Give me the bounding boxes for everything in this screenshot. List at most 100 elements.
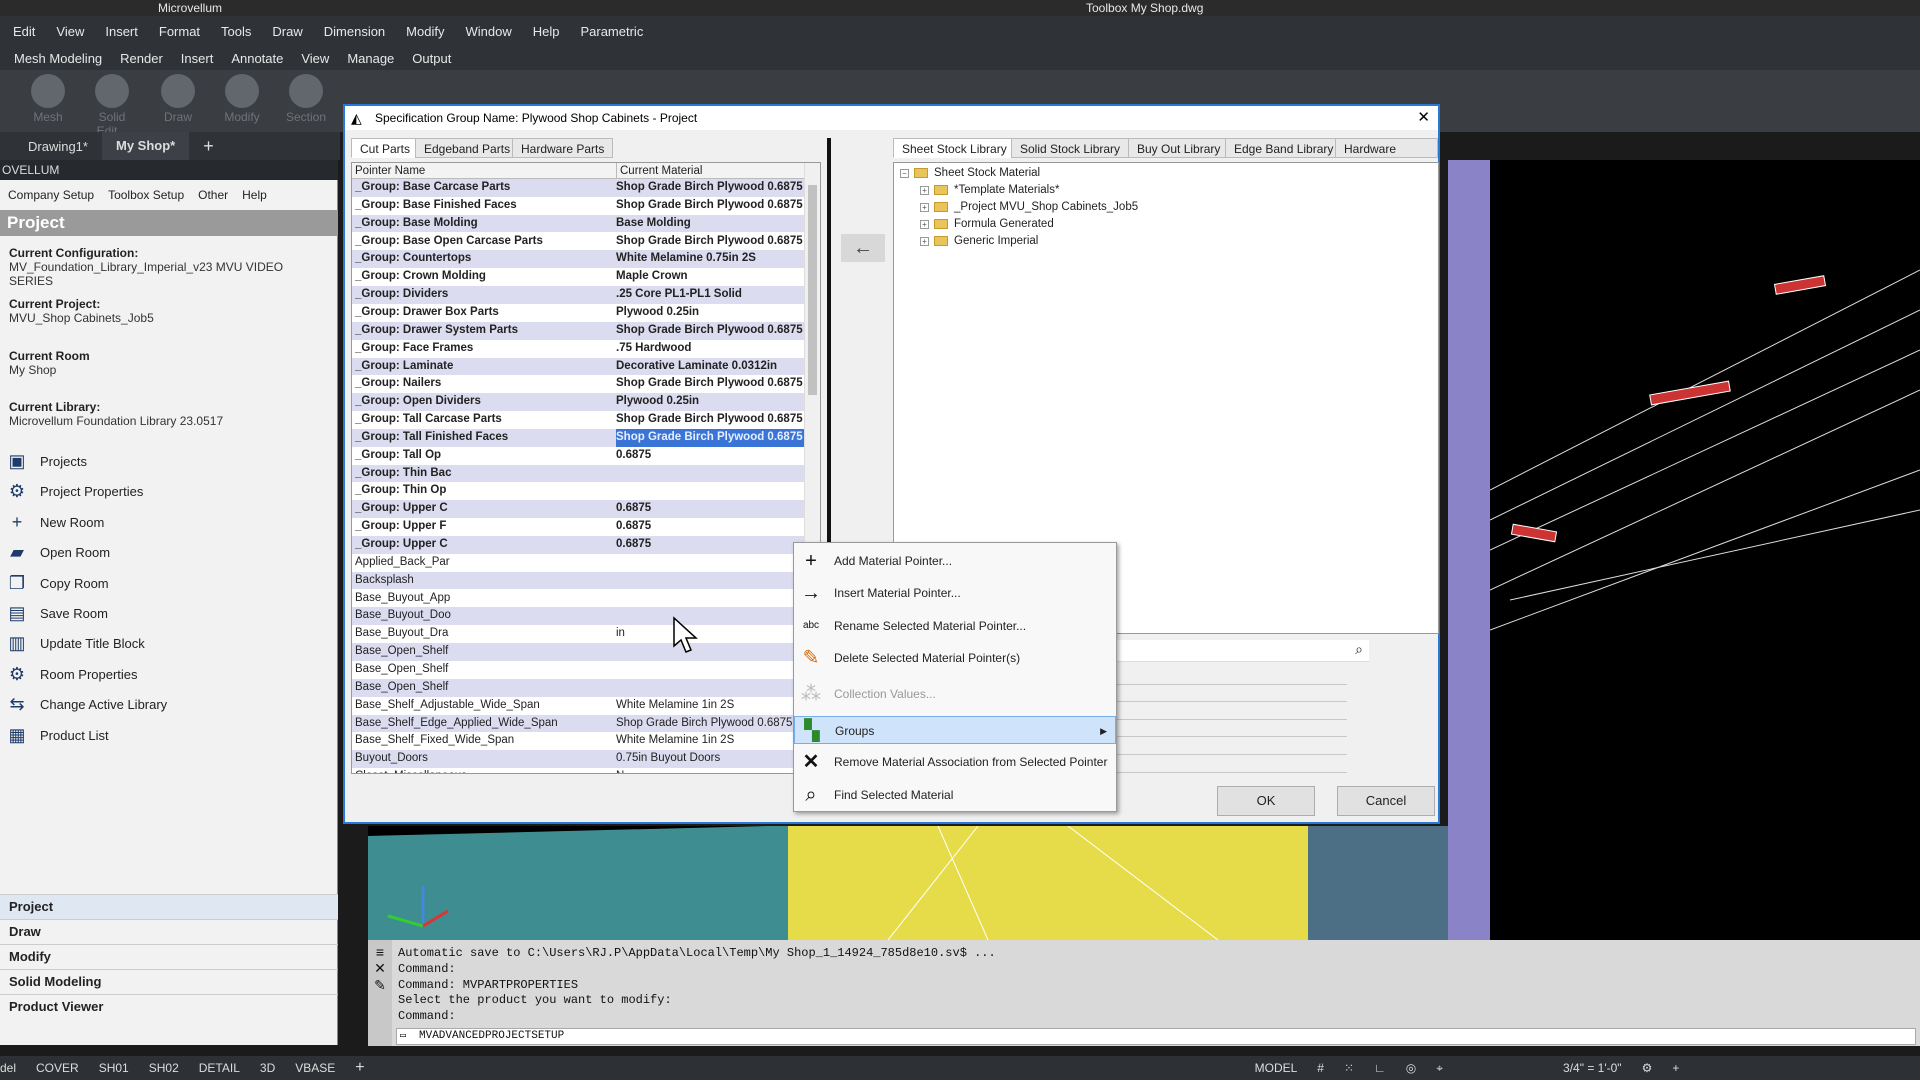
table-row[interactable]: _Group: Laminate Decorative Laminate 0.03… — [352, 357, 804, 376]
ribbon-tab-output[interactable]: Output — [412, 51, 451, 66]
doc-tab-drawing1[interactable]: Drawing1* — [14, 139, 102, 154]
polar-icon[interactable]: ◎ — [1406, 1061, 1416, 1075]
menu-modify[interactable]: Modify — [406, 24, 444, 39]
cmd-room-properties[interactable]: ⚙ Room Properties — [6, 662, 138, 686]
settings-gear-icon[interactable]: ⚙ — [1642, 1061, 1653, 1075]
ortho-icon[interactable]: ∟ — [1374, 1061, 1386, 1075]
ok-button[interactable]: OK — [1217, 786, 1315, 816]
wrench-icon[interactable]: ✎ — [368, 977, 392, 994]
menu-help-panel[interactable]: Help — [242, 188, 267, 202]
new-tab-button[interactable]: + — [189, 136, 228, 157]
table-row[interactable]: _Group: Tall Carcase Parts Shop Grade Bir… — [352, 411, 804, 429]
ribbon-section-button[interactable]: Section — [278, 70, 334, 132]
layout-tab-3d[interactable]: 3D — [260, 1061, 275, 1075]
table-row[interactable]: Base_Buyout_App — [352, 590, 804, 608]
table-row[interactable]: _Group: Upper C 0.6875 — [352, 500, 804, 519]
ribbon-tab-manage[interactable]: Manage — [347, 51, 394, 66]
tab-edge-band-library[interactable]: Edge Band Library — [1225, 138, 1343, 158]
table-row[interactable]: _Group: Drawer System Parts Shop Grade Bi… — [352, 321, 804, 340]
layout-tab-detail[interactable]: DETAIL — [199, 1061, 240, 1075]
table-row[interactable]: _Group: Face Frames .75 Hardwood — [352, 340, 804, 358]
menu-help[interactable]: Help — [533, 24, 560, 39]
menu-item-delete-pointer[interactable]: ✎ Delete Selected Material Pointer(s) — [794, 644, 1116, 672]
table-row[interactable]: _Group: Upper C 0.6875 — [352, 536, 804, 554]
tree-node[interactable]: + Generic Imperial — [920, 233, 1038, 249]
ribbon-draw-button[interactable]: Draw — [150, 70, 206, 132]
command-input[interactable]: ▭ MVADVANCEDPROJECTSETUP — [396, 1028, 1916, 1045]
layout-tab-sh01[interactable]: SH01 — [99, 1061, 129, 1075]
menu-item-add-material-pointer[interactable]: + Add Material Pointer... — [794, 547, 1116, 575]
menu-view[interactable]: View — [56, 24, 84, 39]
table-row[interactable]: Base_Open_Shelf — [352, 643, 804, 661]
close-icon[interactable]: ✕ — [368, 960, 392, 977]
menu-parametric[interactable]: Parametric — [580, 24, 643, 39]
cmd-project-properties[interactable]: ⚙ Project Properties — [6, 479, 143, 503]
quick-access-label[interactable]: Microvellum — [158, 1, 222, 15]
menu-draw[interactable]: Draw — [272, 24, 302, 39]
table-row[interactable]: _Group: Crown Molding Maple Crown — [352, 268, 804, 286]
snap-icon[interactable]: ⁙ — [1344, 1061, 1354, 1075]
tree-root[interactable]: − Sheet Stock Material — [900, 165, 1040, 181]
table-row[interactable]: Base_Open_Shelf — [352, 678, 804, 697]
column-header-current-material[interactable]: Current Material — [616, 163, 702, 179]
table-row[interactable]: Base_Open_Shelf — [352, 661, 804, 679]
table-row[interactable]: _Group: Dividers .25 Core PL1-PL1 Solid — [352, 286, 804, 304]
table-row[interactable]: _Group: Open Dividers Plywood 0.25in — [352, 393, 804, 411]
cmd-new-room[interactable]: + New Room — [6, 510, 105, 534]
menu-item-insert-material-pointer[interactable]: → Insert Material Pointer... — [794, 579, 1116, 607]
add-layout-button[interactable]: + — [355, 1059, 364, 1077]
cmd-projects[interactable]: ▣ Projects — [6, 449, 86, 473]
table-row[interactable]: _Group: Upper F 0.6875 — [352, 518, 804, 536]
column-header-pointer-name[interactable]: Pointer Name — [355, 163, 425, 179]
tab-cut-parts[interactable]: Cut Parts — [351, 138, 420, 158]
close-icon[interactable]: ✕ — [1417, 106, 1430, 130]
table-row[interactable]: Base_Shelf_Fixed_Wide_Span White Melamine… — [352, 732, 804, 750]
table-row[interactable]: _Group: Tall Finished Faces Shop Grade Bi… — [352, 428, 804, 447]
bottom-tab-modify[interactable]: Modify — [0, 944, 338, 969]
layout-tab-sh02[interactable]: SH02 — [149, 1061, 179, 1075]
table-row[interactable]: Backsplash — [352, 571, 804, 590]
table-row[interactable]: Base_Buyout_Dra in — [352, 625, 804, 643]
layout-tab-model[interactable]: del — [0, 1061, 16, 1075]
layout-tab-cover[interactable]: COVER — [36, 1061, 79, 1075]
bottom-tab-product-viewer[interactable]: Product Viewer — [0, 994, 338, 1019]
cmd-open-room[interactable]: ▰ Open Room — [6, 540, 110, 564]
expand-icon[interactable]: + — [920, 185, 929, 195]
doc-tab-my-shop[interactable]: My Shop* — [101, 132, 190, 160]
expand-icon[interactable]: + — [920, 219, 929, 229]
model-bottom-view[interactable] — [368, 825, 1448, 941]
tab-buy-out-library[interactable]: Buy Out Library — [1128, 138, 1230, 158]
tree-node[interactable]: + Formula Generated — [920, 216, 1054, 232]
grid-icon[interactable]: # — [1317, 1061, 1324, 1075]
tab-edgeband-parts[interactable]: Edgeband Parts — [415, 138, 520, 158]
ribbon-modify-button[interactable]: Modify — [214, 70, 270, 132]
cmd-change-active-library[interactable]: ⇆ Change Active Library — [6, 692, 167, 716]
table-row[interactable]: _Group: Base Finished Faces Shop Grade Bi… — [352, 197, 804, 215]
assign-material-button[interactable]: ← — [841, 234, 885, 262]
ribbon-solid-edit-button[interactable]: Solid Edit... — [84, 70, 140, 138]
table-row[interactable]: _Group: Thin Bac — [352, 464, 804, 483]
search-icon[interactable]: ⌕ — [1355, 641, 1363, 658]
table-row[interactable]: Applied_Back_Par — [352, 554, 804, 572]
table-row[interactable]: Base_Shelf_Edge_Applied_Wide_Span Shop Gr… — [352, 714, 804, 733]
cmd-save-room[interactable]: ▤ Save Room — [6, 601, 107, 625]
ribbon-tab-mesh-modeling[interactable]: Mesh Modeling — [14, 51, 102, 66]
table-row[interactable]: Base_Buyout_Doo — [352, 607, 804, 626]
menu-other[interactable]: Other — [198, 188, 228, 202]
menu-company-setup[interactable]: Company Setup — [8, 188, 94, 202]
table-row[interactable]: _Group: Thin Op — [352, 482, 804, 500]
collapse-icon[interactable]: − — [900, 168, 909, 178]
table-row[interactable]: _Group: Base Carcase Parts Shop Grade Bir… — [352, 179, 804, 197]
menu-item-groups[interactable]: ▚ Groups ▶ — [794, 716, 1116, 744]
table-row[interactable]: _Group: Base Open Carcase Parts Shop Grad… — [352, 233, 804, 251]
tab-hardware-library[interactable]: Hardware Library — [1335, 138, 1438, 176]
bottom-tab-draw[interactable]: Draw — [0, 919, 338, 944]
cmd-update-title-block[interactable]: ▥ Update Title Block — [6, 631, 144, 655]
table-row[interactable]: _Group: Nailers Shop Grade Birch Plywood … — [352, 375, 804, 393]
menu-item-find-selected-material[interactable]: ⌕ Find Selected Material — [794, 781, 1116, 809]
menu-toolbox-setup[interactable]: Toolbox Setup — [108, 188, 184, 202]
layout-tab-vbase[interactable]: VBASE — [295, 1061, 335, 1075]
menu-tools[interactable]: Tools — [221, 24, 251, 39]
menu-item-rename-pointer[interactable]: abc Rename Selected Material Pointer... — [794, 612, 1116, 640]
osnap-icon[interactable]: ⌖ — [1436, 1061, 1443, 1076]
